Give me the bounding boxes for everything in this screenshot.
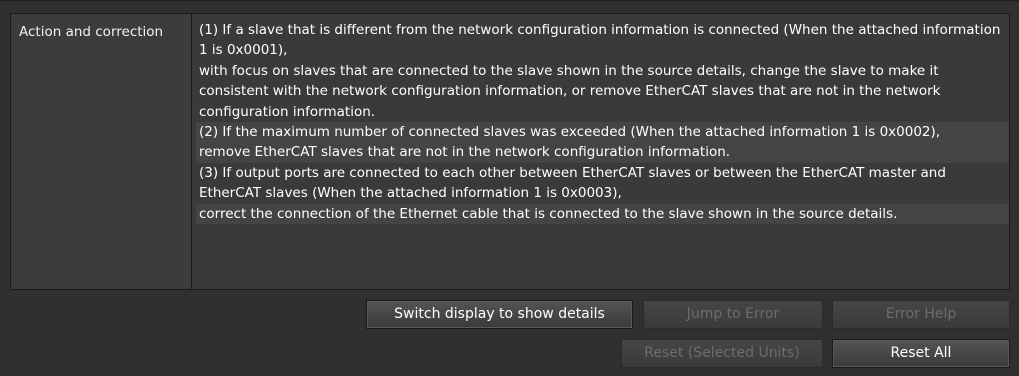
correction-paragraph: (1) If a slave that is different from th… xyxy=(199,22,1001,59)
reset-selected-units-button[interactable]: Reset (Selected Units) xyxy=(621,339,823,368)
correction-paragraph: remove EtherCAT slaves that are not in t… xyxy=(196,142,1009,163)
reset-all-button[interactable]: Reset All xyxy=(832,339,1010,368)
error-help-button[interactable]: Error Help xyxy=(832,300,1010,329)
correction-paragraph: with focus on slaves that are connected … xyxy=(199,62,941,120)
error-detail-table: Action and correction (1) If a slave tha… xyxy=(10,13,1010,290)
correction-paragraph: (2) If the maximum number of connected s… xyxy=(196,122,1009,143)
jump-to-error-button[interactable]: Jump to Error xyxy=(643,300,823,329)
action-correction-label: Action and correction xyxy=(11,14,192,289)
correction-paragraph: correct the connection of the Ethernet c… xyxy=(196,203,1009,225)
action-correction-text: (1) If a slave that is different from th… xyxy=(192,14,1009,289)
error-detail-panel: Action and correction (1) If a slave tha… xyxy=(0,0,1019,376)
correction-paragraph: (3) If output ports are connected to eac… xyxy=(199,164,946,202)
switch-display-button[interactable]: Switch display to show details xyxy=(366,300,633,329)
